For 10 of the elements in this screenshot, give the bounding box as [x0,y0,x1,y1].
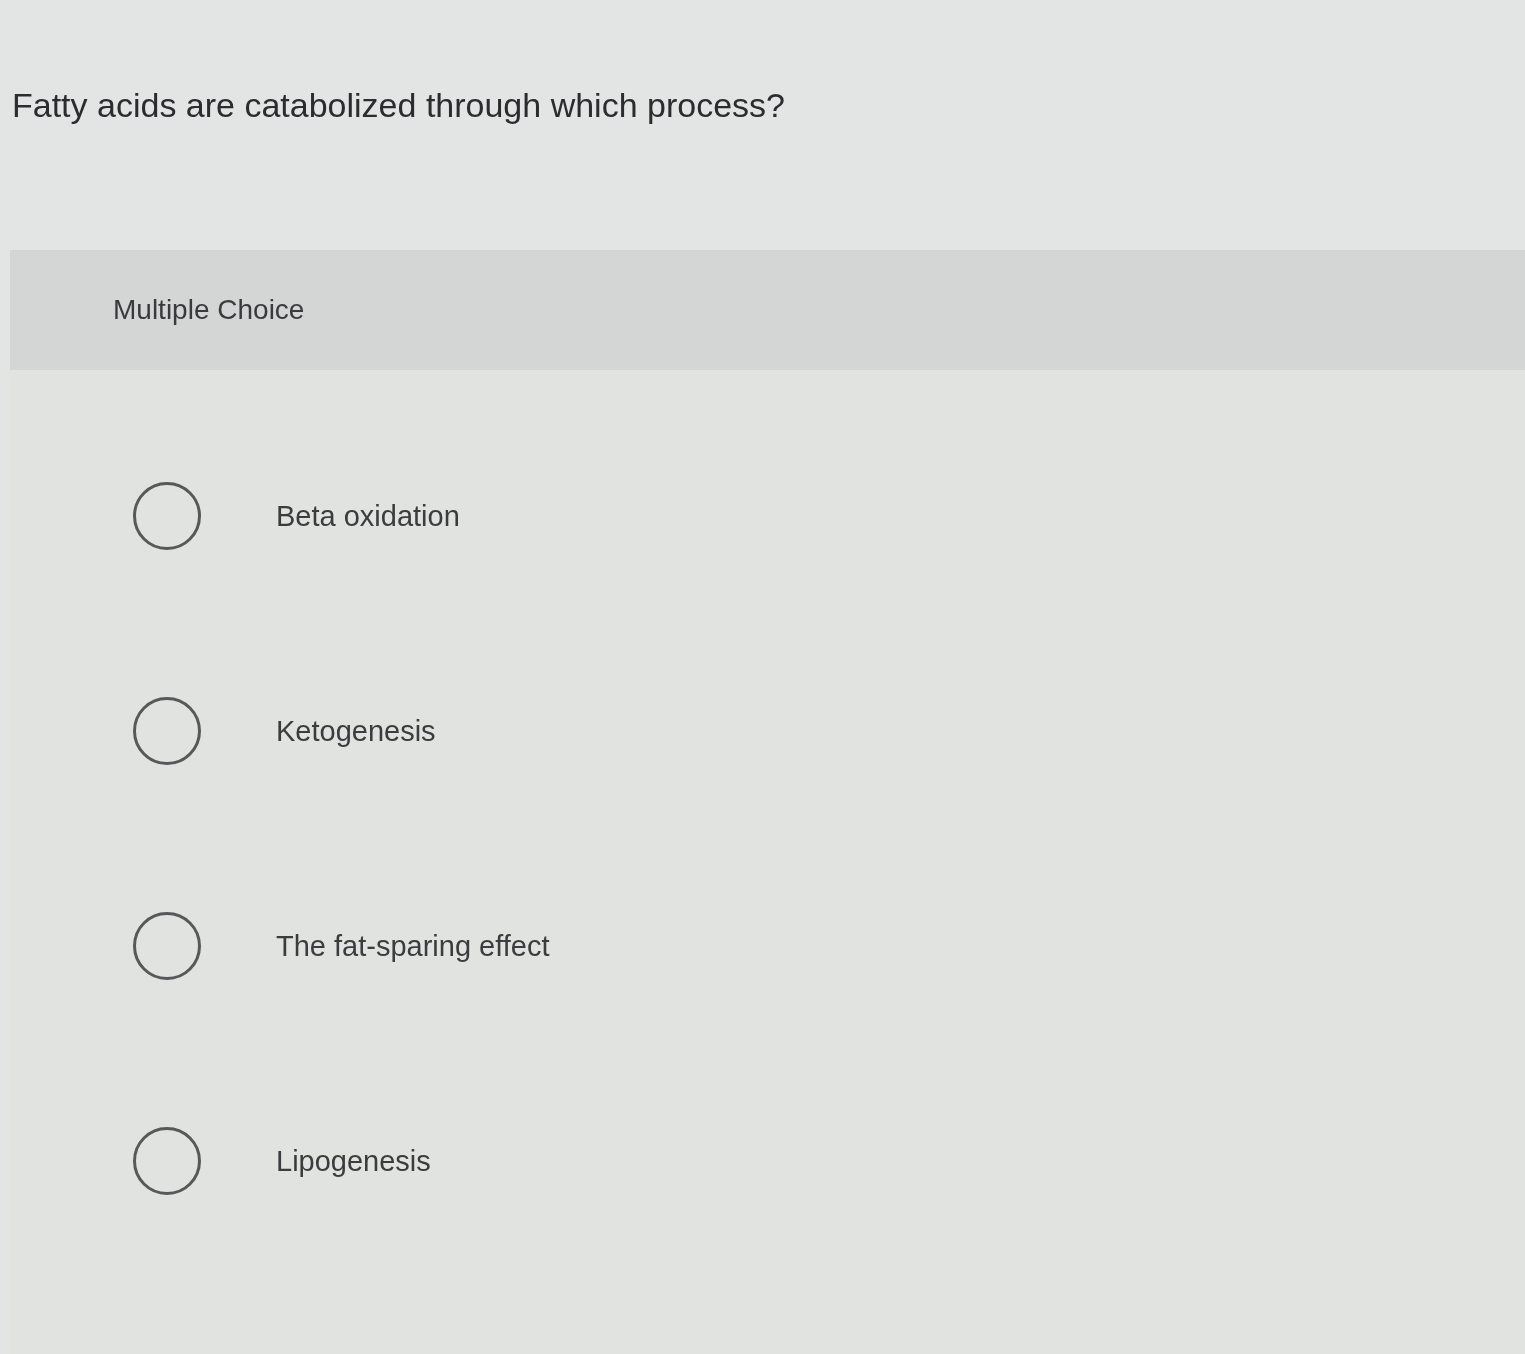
question-text: Fatty acids are catabolized through which process? [12,85,785,126]
radio-button[interactable] [133,911,201,980]
radio-button[interactable] [133,696,201,765]
radio-button[interactable] [133,481,201,550]
option-label[interactable]: Beta oxidation [276,497,460,534]
panel-title: Multiple Choice [113,293,305,327]
option-label[interactable]: Lipogenesis [276,1142,431,1179]
option-label[interactable]: The fat-sparing effect [276,927,550,964]
radio-button[interactable] [133,1126,201,1195]
option-label[interactable]: Ketogenesis [276,712,436,749]
